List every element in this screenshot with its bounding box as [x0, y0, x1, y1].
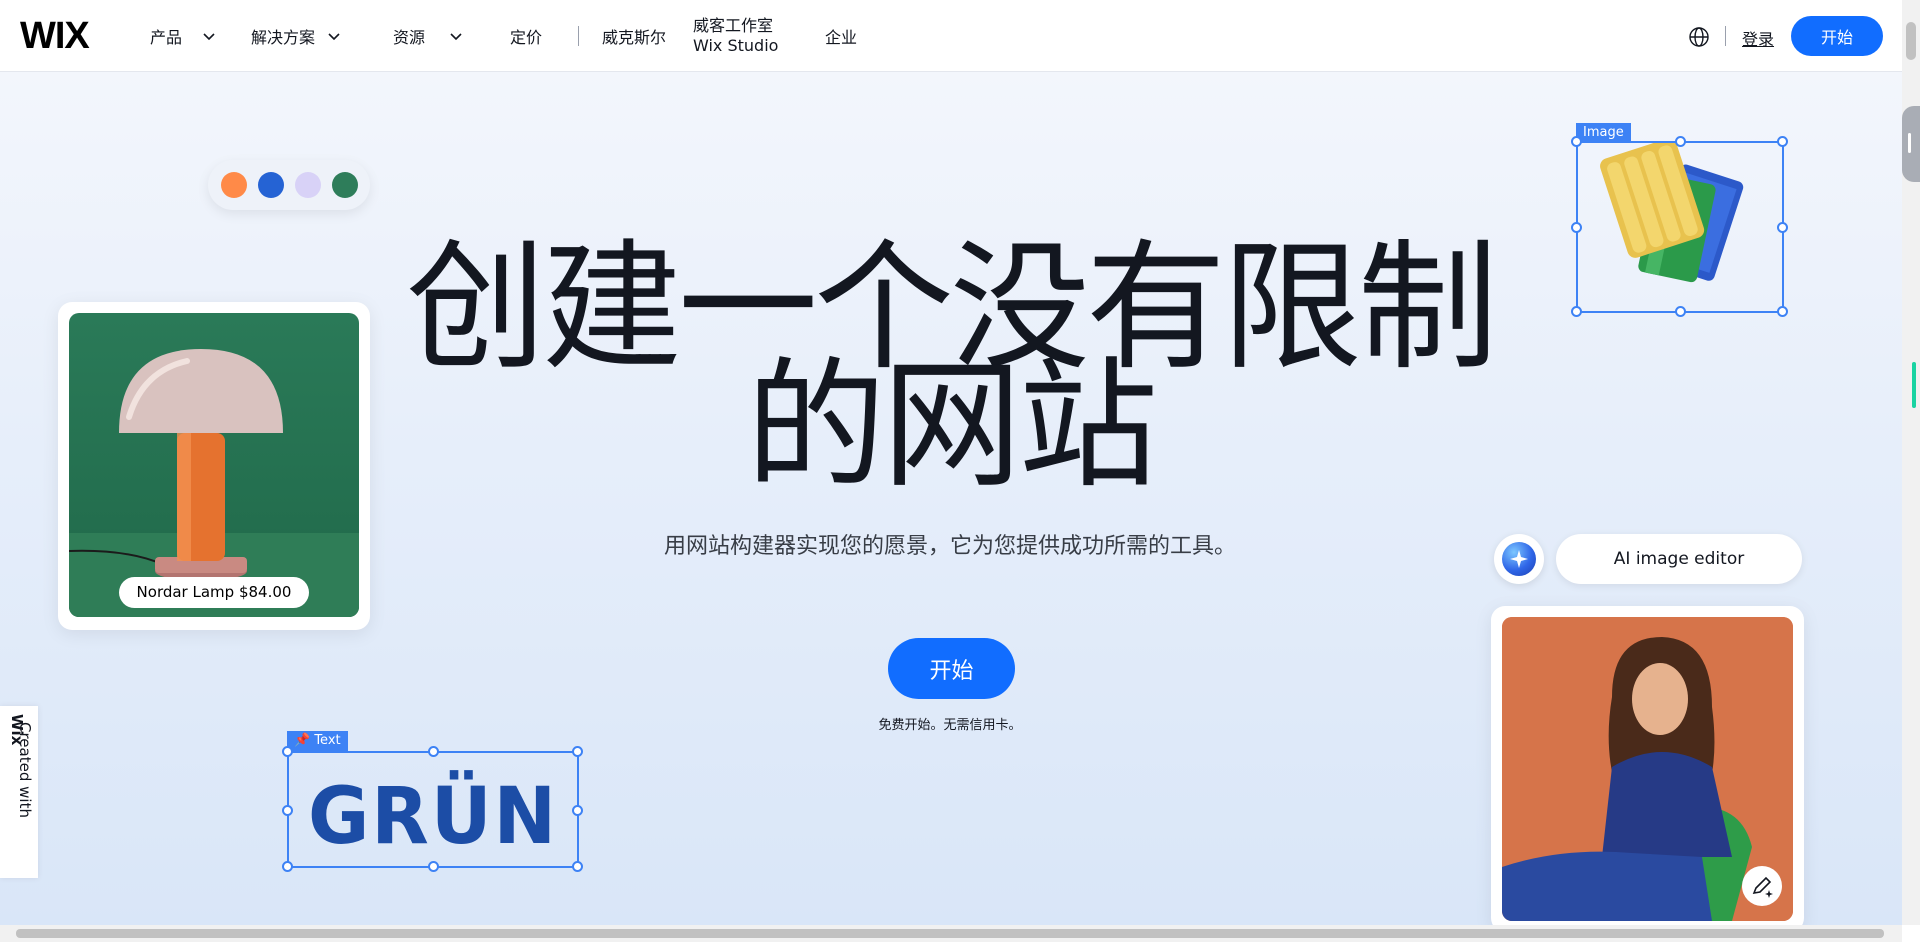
- selection-tag-label: Text: [314, 733, 341, 748]
- nav-item-pricing[interactable]: 定价: [510, 0, 542, 72]
- side-panel-tab[interactable]: [1902, 106, 1920, 182]
- product-price-label: Nordar Lamp $84.00: [119, 577, 309, 608]
- get-started-button[interactable]: 开始: [1791, 16, 1883, 56]
- created-with-wix-badge[interactable]: Created with Wix: [0, 706, 38, 878]
- hero-subtitle: 用网站构建器实现您的愿景，它为您提供成功所需的工具。: [663, 534, 1236, 559]
- portrait-image: [1502, 617, 1793, 921]
- resize-handle[interactable]: [1777, 136, 1788, 147]
- nav-item-label: 威克斯尔: [602, 28, 667, 47]
- resize-handle[interactable]: [282, 746, 293, 757]
- swatch-lavender[interactable]: [294, 172, 321, 198]
- badge-text: Created with Wix: [8, 714, 34, 818]
- horizontal-scrollbar-thumb[interactable]: [16, 929, 1884, 938]
- svg-text:GRÜN: GRÜN: [308, 770, 558, 862]
- globe-icon[interactable]: [1688, 26, 1710, 48]
- nav-item-label: 资源: [393, 28, 426, 47]
- pen-sparkle-icon: [1752, 876, 1773, 898]
- selection-tag: 📌 Text: [287, 731, 348, 751]
- wix-logo[interactable]: WIX: [20, 17, 90, 55]
- product-boxes-image: [1600, 138, 1744, 283]
- image-selection-box[interactable]: Image: [1571, 123, 1788, 317]
- sparkle-icon: [1502, 542, 1536, 576]
- resize-handle[interactable]: [428, 746, 439, 757]
- nav-item-wix-studio[interactable]: 威客工作室 Wix Studio: [693, 0, 778, 72]
- hero-headline: 创建一个没有限制 的网站: [380, 239, 1520, 497]
- resize-handle[interactable]: [282, 805, 293, 816]
- nav-item-wixel[interactable]: 威克斯尔: [602, 0, 666, 72]
- resize-handle[interactable]: [1571, 222, 1582, 233]
- resize-handle[interactable]: [1675, 306, 1686, 317]
- hero-section: Nordar Lamp $84.00 Image 创建一个没有限制 的网站 用网…: [0, 72, 1902, 925]
- product-card: Nordar Lamp $84.00: [58, 302, 370, 630]
- vertical-scrollbar-thumb[interactable]: [1906, 22, 1916, 60]
- nav-item-label: 解决方案: [251, 28, 316, 47]
- edit-image-button[interactable]: [1742, 866, 1782, 906]
- pin-icon: 📌: [294, 733, 311, 748]
- resize-handle[interactable]: [1777, 306, 1788, 317]
- nav-divider: [1725, 26, 1726, 46]
- chevron-down-icon: [450, 33, 462, 41]
- resize-handle[interactable]: [1571, 136, 1582, 147]
- resize-handle[interactable]: [1675, 136, 1686, 147]
- resize-handle[interactable]: [1777, 222, 1788, 233]
- grun-logo-text: GRÜN: [308, 770, 558, 862]
- resize-handle[interactable]: [428, 861, 439, 872]
- chevron-down-icon: [203, 33, 215, 41]
- ai-sparkle-button[interactable]: [1494, 534, 1544, 584]
- nav-divider: [578, 26, 579, 46]
- nav-item-label: 定价: [510, 28, 543, 47]
- nav-item-enterprise[interactable]: 企业: [825, 0, 857, 72]
- nav-item-label: 企业: [825, 28, 858, 47]
- swatch-orange[interactable]: [220, 172, 247, 198]
- hero-get-started-button[interactable]: 开始: [888, 638, 1015, 699]
- lamp-image: Nordar Lamp $84.00: [69, 313, 359, 617]
- text-selection-box[interactable]: GRÜN 📌 Text: [282, 731, 583, 872]
- side-accent-indicator: [1912, 362, 1916, 408]
- chevron-down-icon: [328, 33, 340, 41]
- color-swatches: [208, 160, 370, 210]
- nav-item-resources[interactable]: 资源: [393, 0, 463, 72]
- login-link[interactable]: 登录: [1742, 26, 1774, 50]
- nav-item-sublabel: Wix Studio: [693, 36, 779, 55]
- lamp-illustration: [69, 349, 359, 617]
- resize-handle[interactable]: [572, 805, 583, 816]
- nav-item-solutions[interactable]: 解决方案: [251, 0, 341, 72]
- resize-handle[interactable]: [1571, 306, 1582, 317]
- swatch-blue[interactable]: [257, 172, 284, 198]
- top-navigation: WIX 产品 解决方案 资源 定价 威克斯尔 威客工作室 Wix Studio …: [0, 0, 1902, 72]
- resize-handle[interactable]: [282, 861, 293, 872]
- hero-note: 免费开始。无需信用卡。: [878, 718, 1022, 733]
- nav-item-label: 产品: [150, 28, 183, 47]
- resize-handle[interactable]: [572, 746, 583, 757]
- swatch-green[interactable]: [331, 172, 358, 198]
- resize-handle[interactable]: [572, 861, 583, 872]
- selection-tag: Image: [1576, 123, 1631, 143]
- nav-item-label: 威客工作室: [693, 16, 774, 35]
- portrait-card: [1491, 606, 1804, 925]
- nav-item-products[interactable]: 产品: [150, 0, 216, 72]
- ai-image-editor-label[interactable]: AI image editor: [1556, 534, 1802, 584]
